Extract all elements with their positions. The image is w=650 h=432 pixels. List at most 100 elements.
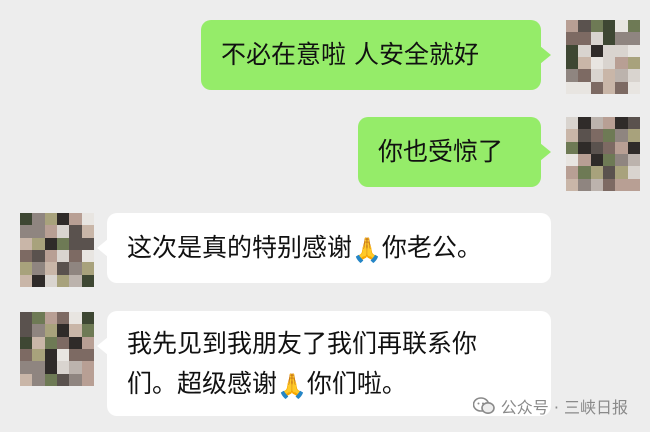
avatar-pixel	[578, 129, 591, 142]
avatar-pixel	[590, 69, 603, 82]
incoming-message-bubble[interactable]: 这次是真的特别感谢🙏你老公。	[97, 213, 551, 283]
avatar-pixel	[566, 178, 579, 191]
avatar-pixel	[20, 237, 33, 250]
message-text-part: 你们啦。	[306, 369, 407, 398]
message-text: 你也受惊了	[378, 137, 504, 166]
avatar-pixel	[566, 117, 579, 130]
avatar-pixel	[602, 117, 616, 130]
avatar-pixel	[615, 81, 628, 94]
contact-avatar[interactable]	[20, 213, 94, 287]
avatar-pixel	[627, 117, 640, 130]
avatar-pixel	[69, 348, 82, 362]
avatar-pixel	[44, 312, 57, 325]
message-text-part: 这次是真的特别感谢	[127, 233, 353, 262]
folded-hands-emoji: 🙏	[277, 372, 307, 400]
avatar-pixel	[69, 262, 82, 275]
self-avatar[interactable]	[566, 20, 640, 94]
avatar-pixel	[20, 324, 33, 337]
avatar-pixel	[56, 373, 70, 386]
outgoing-message-bubble[interactable]: 不必在意啦 人安全就好	[201, 20, 551, 90]
avatar-pixel	[602, 141, 616, 154]
avatar-pixel	[602, 44, 616, 57]
avatar-pixel	[44, 336, 57, 349]
avatar-pixel	[627, 178, 640, 191]
wechat-official-account-icon	[472, 397, 495, 414]
avatar-pixel	[20, 373, 33, 386]
avatar-pixel	[615, 56, 628, 70]
avatar-pixel	[578, 153, 591, 167]
avatar-pixel	[578, 20, 591, 33]
avatar-pixel	[20, 312, 33, 325]
avatar-pixel	[602, 81, 616, 94]
avatar-pixel	[627, 129, 640, 142]
contact-avatar[interactable]	[20, 312, 94, 386]
avatar-pixel	[44, 237, 57, 250]
avatar-pixel	[69, 361, 82, 374]
avatar-pixel	[627, 153, 640, 167]
avatar-pixel	[32, 274, 45, 287]
avatar-pixel	[627, 81, 640, 94]
bubble-tail	[97, 337, 108, 355]
avatar-pixel	[627, 44, 640, 57]
avatar-pixel	[615, 141, 628, 154]
avatar-pixel	[566, 69, 579, 82]
avatar-pixel	[615, 117, 628, 130]
avatar-pixel	[578, 56, 591, 70]
bubble-tail	[540, 46, 551, 64]
avatar-pixel	[578, 117, 591, 130]
avatar-pixel	[566, 32, 579, 45]
avatar-pixel	[590, 32, 603, 45]
avatar-pixel	[602, 20, 616, 33]
avatar-pixel	[20, 348, 33, 362]
watermark-text: 公众号 · 三峡日报	[500, 398, 628, 417]
avatar-pixel	[566, 141, 579, 154]
avatar-pixel	[590, 117, 603, 130]
avatar-pixel	[627, 20, 640, 33]
avatar-pixel	[602, 178, 616, 191]
avatar-pixel	[627, 166, 640, 179]
avatar-pixel	[578, 69, 591, 82]
avatar-pixel	[69, 213, 82, 226]
avatar-pixel	[615, 20, 628, 33]
avatar-pixel	[69, 312, 82, 325]
avatar-pixel	[590, 141, 603, 154]
avatar-pixel	[566, 44, 579, 57]
avatar-pixel	[590, 129, 603, 142]
avatar-pixel	[615, 32, 628, 45]
avatar-pixel	[566, 166, 579, 179]
avatar-pixel	[615, 166, 628, 179]
avatar-pixel	[32, 249, 45, 263]
avatar-pixel	[81, 262, 94, 275]
avatar-pixel	[56, 225, 70, 238]
message-text: 不必在意啦 人安全就好	[221, 40, 479, 69]
avatar-pixel	[590, 81, 603, 94]
avatar-pixel	[44, 213, 57, 226]
avatar-pixel	[32, 213, 45, 226]
avatar-pixel	[44, 361, 57, 374]
avatar-pixel	[56, 262, 70, 275]
avatar-pixel	[56, 249, 70, 263]
avatar-pixel	[20, 274, 33, 287]
avatar-pixel	[69, 324, 82, 337]
avatar-pixel	[627, 56, 640, 70]
avatar-pixel	[578, 178, 591, 191]
avatar-pixel	[56, 213, 70, 226]
avatar-pixel	[56, 324, 70, 337]
avatar-pixel	[627, 32, 640, 45]
avatar-pixel	[44, 249, 57, 263]
avatar-pixel	[69, 225, 82, 238]
avatar-pixel	[602, 153, 616, 167]
self-avatar[interactable]	[566, 117, 640, 191]
avatar-pixel	[615, 178, 628, 191]
outgoing-message-bubble[interactable]: 你也受惊了	[358, 117, 551, 187]
avatar-pixel	[32, 361, 45, 374]
avatar-pixel	[615, 153, 628, 167]
avatar-pixel	[32, 336, 45, 349]
avatar-pixel	[44, 324, 57, 337]
avatar-pixel	[566, 81, 579, 94]
avatar-pixel	[81, 312, 94, 325]
message-text-part: 你老公。	[381, 233, 482, 262]
avatar-pixel	[590, 166, 603, 179]
avatar-pixel	[602, 56, 616, 70]
avatar-pixel	[20, 249, 33, 263]
